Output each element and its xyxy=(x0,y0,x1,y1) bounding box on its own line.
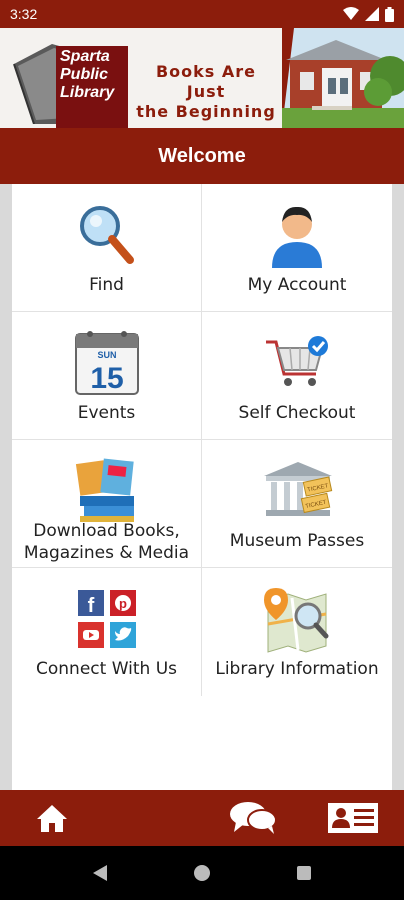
shopping-cart-icon xyxy=(266,336,328,386)
tile-find[interactable]: Find xyxy=(12,184,202,312)
tile-label: Events xyxy=(77,403,136,423)
tile-label: Library Information xyxy=(215,659,379,679)
social-icon: f p xyxy=(77,590,136,648)
status-time: 3:32 xyxy=(10,6,38,22)
chat-icon xyxy=(230,802,277,834)
home-circle-icon xyxy=(194,865,210,881)
back-triangle-icon xyxy=(93,865,107,881)
banner-slogan: Books Are Just the Beginning xyxy=(136,62,276,121)
home-button[interactable] xyxy=(32,800,72,836)
menu-grid: Find My Account SUN 15 Events Self Check… xyxy=(12,184,392,696)
tile-label: My Account xyxy=(247,275,347,295)
tile-label: Self Checkout xyxy=(238,403,356,423)
library-building-photo xyxy=(282,28,404,128)
home-icon xyxy=(37,805,67,832)
wifi-icon xyxy=(343,7,359,20)
map-icon xyxy=(264,588,329,653)
library-banner: Sparta Public Library Books Are Just the… xyxy=(0,28,404,128)
recents-square-icon xyxy=(297,866,311,880)
signal-icon xyxy=(365,7,379,21)
status-bar: 3:32 xyxy=(0,0,404,28)
back-button[interactable] xyxy=(88,861,112,885)
tile-download-books[interactable]: Download Books, Magazines & Media xyxy=(12,440,202,568)
status-icons xyxy=(343,6,394,22)
calendar-icon: SUN 15 xyxy=(74,331,139,395)
magnifier-icon xyxy=(79,206,134,264)
recents-button[interactable] xyxy=(292,861,316,885)
battery-icon xyxy=(385,6,394,22)
bottom-nav xyxy=(0,790,404,846)
tile-label: Find xyxy=(89,275,124,295)
tile-label: Download Books, Magazines & Media xyxy=(23,521,190,563)
tile-self-checkout[interactable]: Self Checkout xyxy=(202,312,392,440)
tile-museum-passes[interactable]: TICKET TICKET Museum Passes xyxy=(202,440,392,568)
id-card-icon xyxy=(328,803,378,833)
museum-icon: TICKET TICKET xyxy=(264,462,333,516)
system-nav-bar xyxy=(0,846,404,900)
tile-label: Museum Passes xyxy=(229,531,365,551)
chat-button[interactable] xyxy=(226,800,280,836)
tile-events[interactable]: SUN 15 Events xyxy=(12,312,202,440)
calendar-day: 15 xyxy=(90,362,123,395)
svg-text:p: p xyxy=(119,596,127,611)
user-icon xyxy=(272,206,322,268)
calendar-month: SUN xyxy=(97,350,116,360)
svg-text:f: f xyxy=(87,595,94,617)
page-title: Welcome xyxy=(158,144,246,167)
tile-connect-with-us[interactable]: f p Connect With Us xyxy=(12,568,202,696)
library-logo-text: Sparta Public Library xyxy=(60,48,115,101)
library-card-button[interactable] xyxy=(326,800,380,836)
welcome-header: Welcome xyxy=(0,128,404,184)
tile-my-account[interactable]: My Account xyxy=(202,184,392,312)
menu-panel: Find My Account SUN 15 Events Self Check… xyxy=(12,184,392,790)
tile-library-information[interactable]: Library Information xyxy=(202,568,392,696)
tile-label: Connect With Us xyxy=(36,659,177,679)
books-icon xyxy=(75,458,134,522)
home-system-button[interactable] xyxy=(190,861,214,885)
